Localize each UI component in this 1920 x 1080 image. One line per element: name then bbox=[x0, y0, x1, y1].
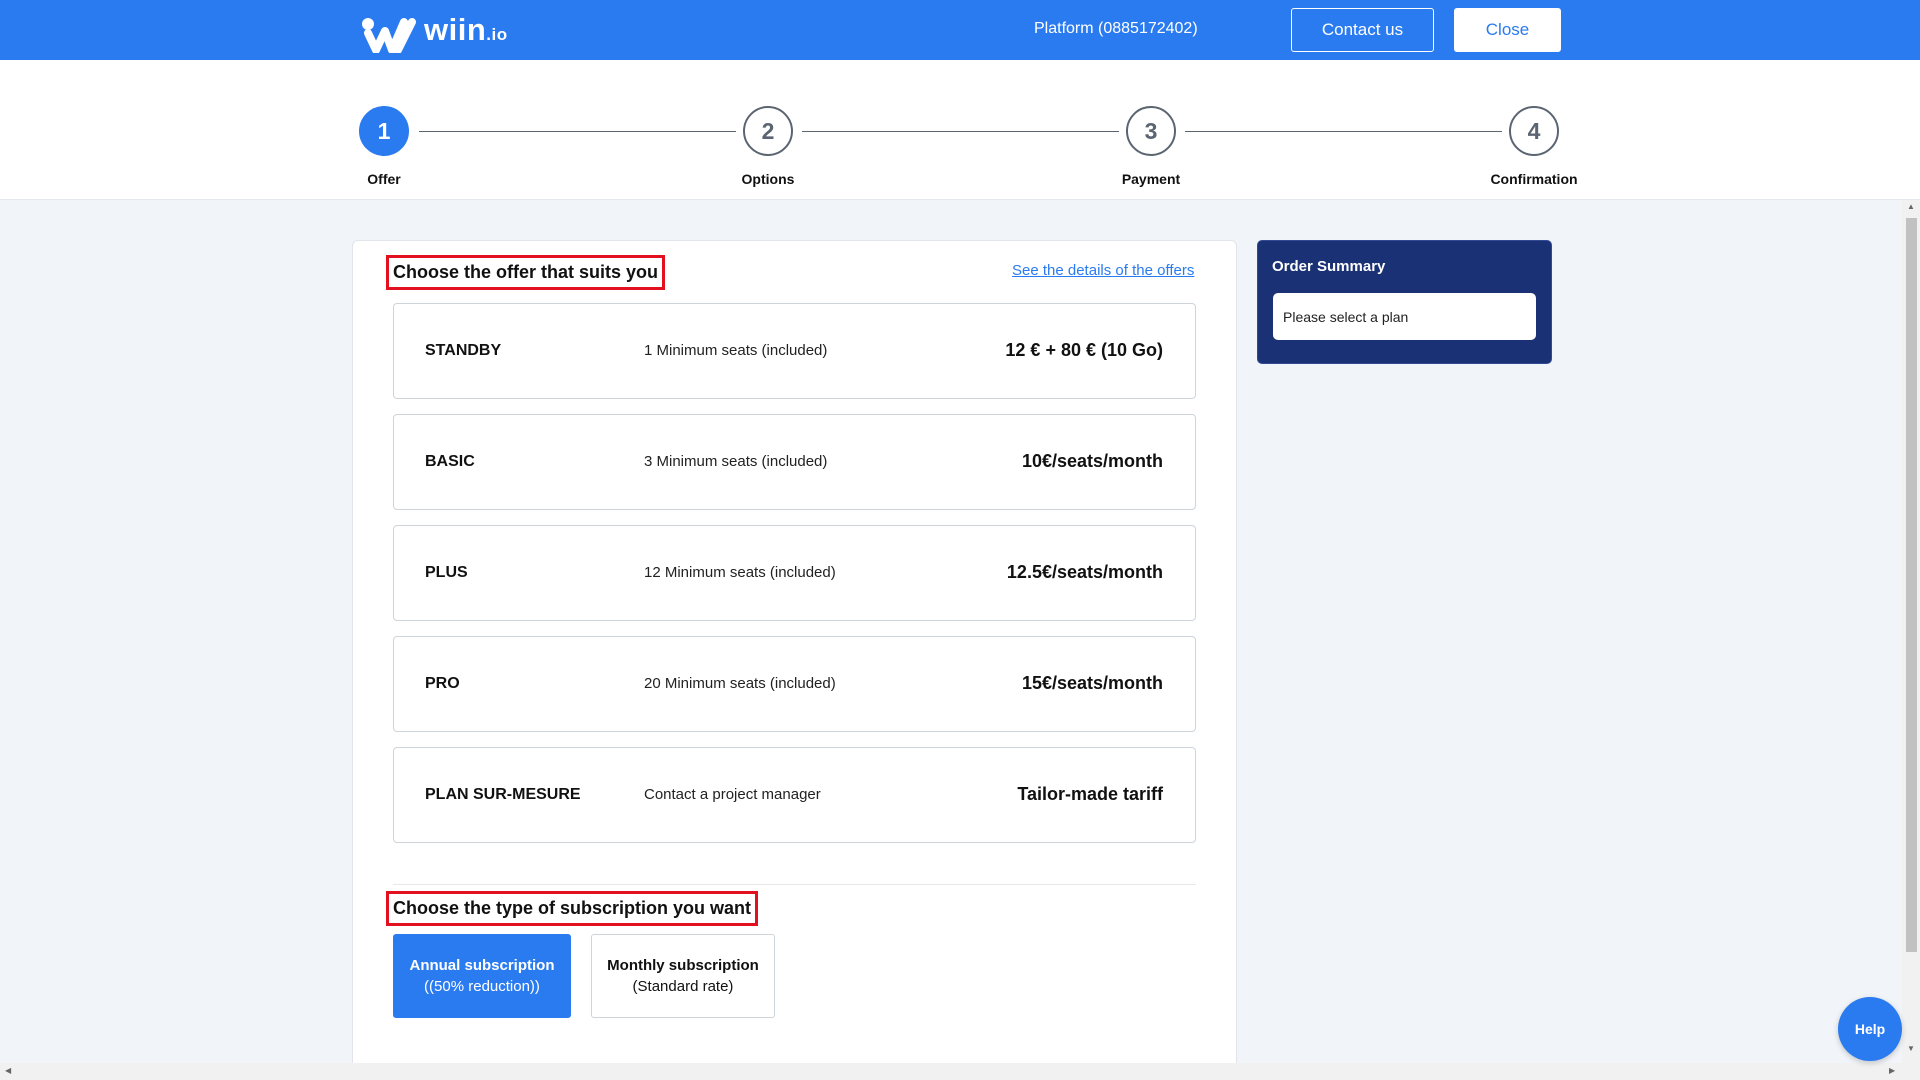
checkout-stepper: 1 2 3 4 Offer Options Payment Confirmati… bbox=[0, 60, 1920, 200]
step-3-label: Payment bbox=[1121, 171, 1181, 187]
top-bar: wiin.io Platform (0885172402) Contact us… bbox=[0, 0, 1920, 60]
plan-seats: Contact a project manager bbox=[644, 786, 821, 803]
plan-option-basic[interactable]: BASIC 3 Minimum seats (included) 10€/sea… bbox=[393, 414, 1196, 510]
plan-price: 10€/seats/month bbox=[1021, 451, 1163, 471]
scroll-right-arrow-icon[interactable]: ▶ bbox=[1889, 1066, 1895, 1075]
order-summary-title: Order Summary bbox=[1272, 258, 1386, 275]
step-connector bbox=[802, 131, 1119, 132]
vertical-scroll-thumb[interactable] bbox=[1906, 218, 1917, 952]
logo-text: wiin.io bbox=[424, 12, 508, 47]
step-2-label: Options bbox=[741, 171, 795, 187]
plan-option-pro[interactable]: PRO 20 Minimum seats (included) 15€/seat… bbox=[393, 636, 1196, 732]
plan-price: Tailor-made tariff bbox=[1017, 784, 1163, 804]
wiin-logo-icon bbox=[362, 18, 416, 53]
plan-name: PRO bbox=[425, 675, 460, 692]
step-3-circle[interactable]: 3 bbox=[1126, 106, 1176, 156]
order-summary-content: Please select a plan bbox=[1273, 293, 1536, 340]
close-button[interactable]: Close bbox=[1454, 8, 1561, 52]
annual-subscription-label: Annual subscription bbox=[409, 957, 555, 974]
step-4-circle[interactable]: 4 bbox=[1509, 106, 1559, 156]
vertical-scrollbar[interactable]: ▲ ▼ bbox=[1902, 200, 1920, 1080]
plan-name: PLAN SUR-MESURE bbox=[425, 786, 581, 803]
monthly-subscription-button[interactable]: Monthly subscription (Standard rate) bbox=[591, 934, 775, 1018]
plan-seats: 12 Minimum seats (included) bbox=[644, 564, 836, 581]
plan-name: BASIC bbox=[425, 453, 475, 470]
help-button[interactable]: Help bbox=[1838, 997, 1902, 1061]
plan-name: PLUS bbox=[425, 564, 468, 581]
order-summary-panel: Order Summary Please select a plan bbox=[1257, 240, 1552, 364]
plan-option-standby[interactable]: STANDBY 1 Minimum seats (included) 12 € … bbox=[393, 303, 1196, 399]
monthly-subscription-label: Monthly subscription bbox=[607, 957, 759, 974]
plan-option-sur-mesure[interactable]: PLAN SUR-MESURE Contact a project manage… bbox=[393, 747, 1196, 843]
step-connector bbox=[419, 131, 736, 132]
plan-seats: 3 Minimum seats (included) bbox=[644, 453, 828, 470]
contact-us-button[interactable]: Contact us bbox=[1291, 8, 1434, 52]
plan-option-plus[interactable]: PLUS 12 Minimum seats (included) 12.5€/s… bbox=[393, 525, 1196, 621]
scroll-down-arrow-icon[interactable]: ▼ bbox=[1906, 1044, 1916, 1053]
step-connector bbox=[1185, 131, 1502, 132]
offer-card: Choose the offer that suits you See the … bbox=[352, 240, 1237, 1070]
step-1-label: Offer bbox=[367, 171, 401, 187]
plan-name: STANDBY bbox=[425, 342, 502, 359]
monthly-subscription-note: (Standard rate) bbox=[632, 978, 734, 995]
annual-subscription-note: ((50% reduction)) bbox=[424, 978, 540, 995]
plan-price: 12 € + 80 € (10 Go) bbox=[1005, 340, 1163, 360]
wiin-logo[interactable]: wiin.io bbox=[360, 12, 508, 53]
annual-subscription-button[interactable]: Annual subscription ((50% reduction)) bbox=[393, 934, 571, 1018]
plan-price: 15€/seats/month bbox=[1021, 673, 1163, 693]
step-4-label: Confirmation bbox=[1490, 171, 1578, 187]
plan-price: 12.5€/seats/month bbox=[1006, 562, 1163, 582]
step-1-circle[interactable]: 1 bbox=[359, 106, 409, 156]
plan-seats: 20 Minimum seats (included) bbox=[644, 675, 836, 692]
scroll-up-arrow-icon[interactable]: ▲ bbox=[1906, 202, 1916, 211]
platform-label: Platform (0885172402) bbox=[1034, 20, 1198, 37]
plan-seats: 1 Minimum seats (included) bbox=[644, 342, 828, 359]
horizontal-scrollbar[interactable]: ◀ ▶ bbox=[0, 1063, 1902, 1080]
scroll-left-arrow-icon[interactable]: ◀ bbox=[5, 1066, 11, 1075]
step-2-circle[interactable]: 2 bbox=[743, 106, 793, 156]
section-divider bbox=[393, 884, 1196, 885]
offer-details-link[interactable]: See the details of the offers bbox=[1012, 262, 1194, 279]
subscription-section-title: Choose the type of subscription you want bbox=[386, 891, 759, 926]
offer-section-title: Choose the offer that suits you bbox=[386, 255, 666, 290]
